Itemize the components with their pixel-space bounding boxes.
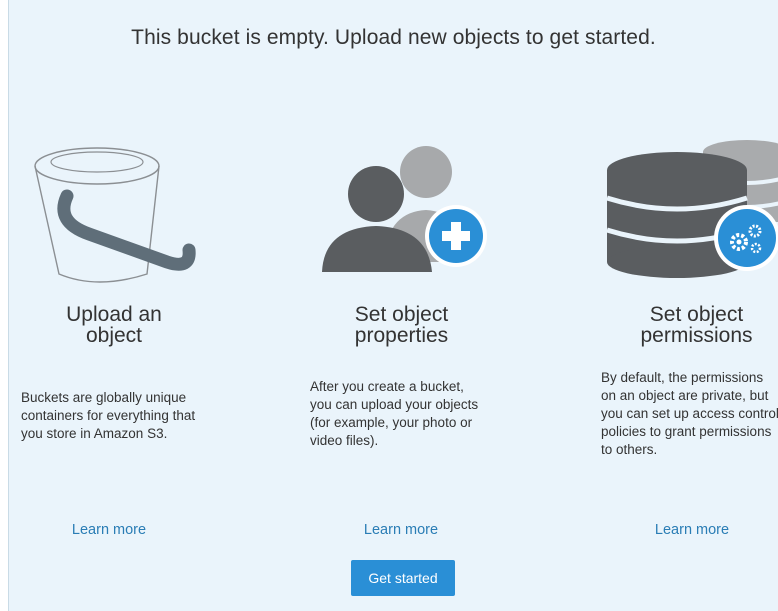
database-gears-icon: [607, 140, 778, 278]
upload-object-description: Buckets are globally unique containers f…: [21, 390, 196, 441]
learn-more-link-properties[interactable]: Learn more: [321, 522, 481, 538]
object-permissions-title: Set object permissions: [609, 304, 778, 346]
title-line: Upload an: [66, 303, 162, 326]
users-add-icon: [322, 146, 487, 272]
learn-more-link-permissions[interactable]: Learn more: [612, 522, 772, 538]
title-line: Set object: [354, 303, 449, 326]
page-heading: This bucket is empty. Upload new objects…: [131, 26, 656, 49]
title-line: permissions: [640, 324, 753, 347]
object-properties-title: Set object properties: [314, 304, 489, 346]
upload-object-title: Upload an object: [29, 304, 199, 346]
get-started-button[interactable]: Get started: [351, 560, 455, 596]
title-line: properties: [354, 324, 449, 347]
object-properties-description: After you create a bucket, you can uploa…: [310, 379, 479, 448]
empty-bucket-panel: This bucket is empty. Upload new objects…: [8, 0, 778, 611]
learn-more-link-upload[interactable]: Learn more: [29, 522, 189, 538]
title-line: Set object: [649, 303, 744, 326]
object-permissions-description: By default, the permissions on an object…: [601, 370, 778, 457]
bucket-icon: [34, 147, 196, 283]
title-line: object: [85, 324, 143, 347]
